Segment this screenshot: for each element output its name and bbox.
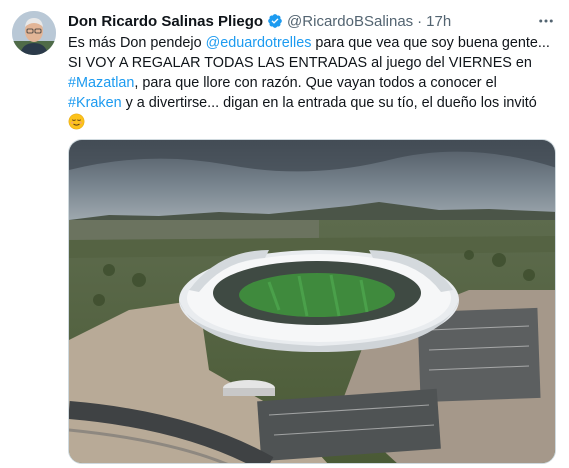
tweet-line-2: SI VOY A REGALAR TODAS LAS ENTRADAS al j… bbox=[68, 55, 532, 71]
tweet-card[interactable]: Don Ricardo Salinas Pliego @RicardoBSali… bbox=[0, 0, 569, 468]
hashtag-link[interactable]: #Kraken bbox=[68, 95, 122, 111]
mention-link[interactable]: @eduardotrelles bbox=[206, 35, 312, 51]
tweet-text-segment: y a divertirse... digan en la entrada qu… bbox=[121, 95, 537, 111]
tweet-text-segment: para que vea que soy buena gente... bbox=[311, 35, 550, 51]
author-name[interactable]: Don Ricardo Salinas Pliego bbox=[68, 13, 263, 30]
tweet-header: Don Ricardo Salinas Pliego @RicardoBSali… bbox=[68, 11, 559, 31]
more-options-icon[interactable] bbox=[537, 12, 555, 30]
verified-badge-icon bbox=[267, 13, 283, 29]
tweet-text-segment: , para que llore con razón. Que vayan to… bbox=[134, 75, 497, 91]
tweet-text-segment: Es más Don pendejo bbox=[68, 35, 206, 51]
tweet-photo[interactable] bbox=[68, 139, 556, 464]
stadium-aerial-photo bbox=[69, 140, 555, 463]
author-handle[interactable]: @RicardoBSalinas bbox=[287, 13, 413, 30]
relieved-face-emoji bbox=[68, 113, 85, 130]
tweet-line-1: Es más Don pendejo @eduardotrelles para … bbox=[68, 33, 558, 53]
separator-dot: · bbox=[417, 12, 423, 30]
tweet-line-3: #Mazatlan, para que llore con razón. Que… bbox=[68, 73, 558, 93]
tweet-line-4: #Kraken y a divertirse... digan en la en… bbox=[68, 93, 558, 113]
timestamp[interactable]: 17h bbox=[426, 13, 451, 30]
hashtag-link[interactable]: #Mazatlan bbox=[68, 75, 134, 91]
tweet-line-5 bbox=[68, 113, 558, 133]
tweet-text: Es más Don pendejo @eduardotrelles para … bbox=[68, 33, 558, 133]
avatar[interactable] bbox=[12, 11, 56, 55]
